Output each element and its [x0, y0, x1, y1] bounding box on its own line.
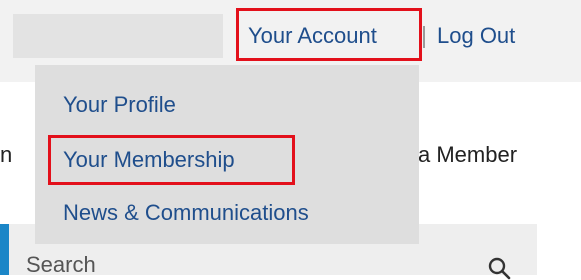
menu-item-your-membership[interactable]: Your Membership	[63, 145, 235, 175]
log-out-link[interactable]: Log Out	[437, 20, 515, 52]
account-dropdown-menu: Your Profile Your Membership News & Comm…	[35, 65, 419, 244]
search-icon[interactable]	[487, 256, 511, 280]
background-text-left: n	[0, 142, 13, 167]
nav-separator	[423, 26, 425, 48]
search-input[interactable]	[26, 250, 476, 280]
your-account-link[interactable]: Your Account	[248, 20, 377, 52]
menu-item-your-profile[interactable]: Your Profile	[63, 90, 176, 120]
user-name-box	[13, 14, 223, 58]
background-text-right: a Member	[418, 142, 518, 167]
menu-item-news-communications[interactable]: News & Communications	[63, 198, 309, 228]
search-accent-bar	[0, 224, 9, 275]
